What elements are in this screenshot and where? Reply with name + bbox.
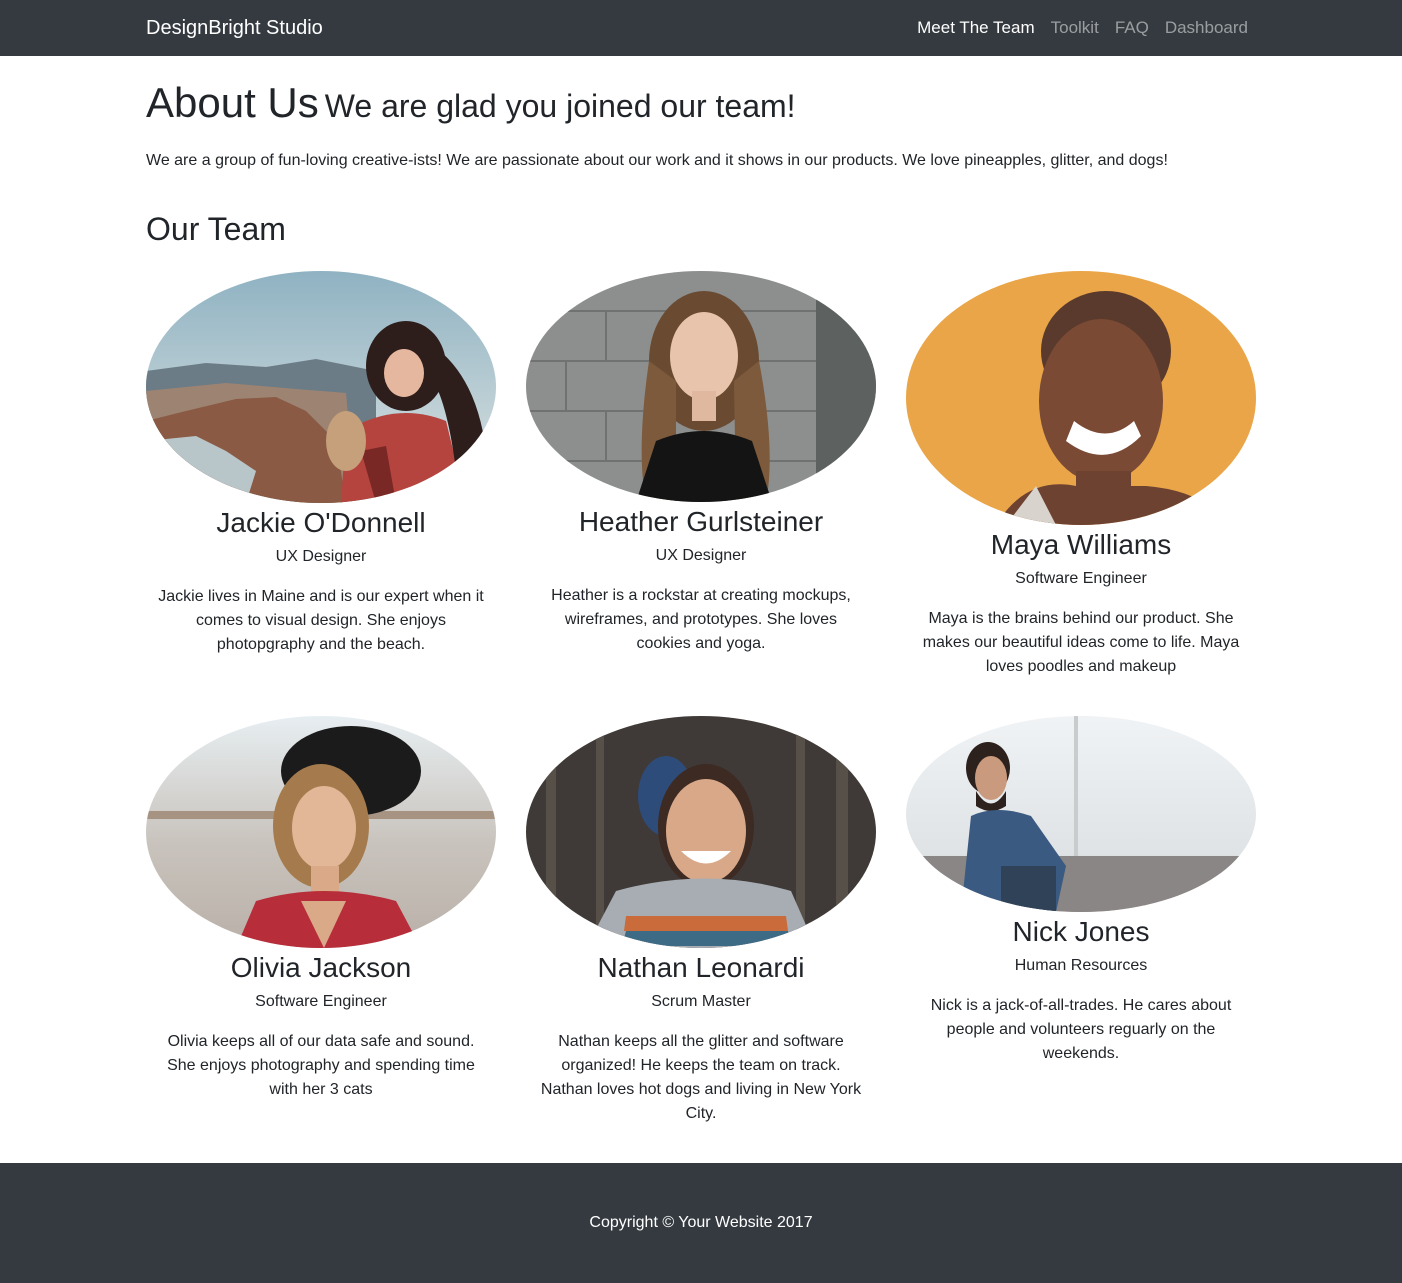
member-photo bbox=[146, 271, 496, 503]
member-bio-line: Olivia keeps all of our data safe and so… bbox=[167, 1033, 475, 1050]
nav-links: Meet The Team Toolkit FAQ Dashboard bbox=[917, 17, 1248, 39]
brand-link[interactable]: DesignBright Studio bbox=[146, 15, 323, 41]
member-name: Nathan Leonardi bbox=[597, 952, 805, 983]
member-bio-line: Nathan loves hot dogs and living in New … bbox=[540, 1081, 862, 1098]
member-bio-line: makes our beautiful ideas come to life. … bbox=[922, 634, 1240, 651]
member-bio-line: She enjoys photography and spending time bbox=[167, 1057, 475, 1074]
member-bio-line: with her 3 cats bbox=[269, 1081, 373, 1098]
member-bio-line: wireframes, and prototypes. She loves bbox=[564, 611, 838, 628]
member-role: Software Engineer bbox=[255, 993, 387, 1010]
copyright-text: Copyright © Your Website 2017 bbox=[589, 1214, 813, 1231]
member-role: Software Engineer bbox=[1015, 570, 1147, 587]
member-photo bbox=[146, 716, 496, 948]
member-name: Jackie O'Donnell bbox=[216, 507, 426, 538]
member-bio: Nick is a jack-of-all-trades. He cares a… bbox=[906, 994, 1256, 1066]
team-member-card: Jackie O'Donnell UX Designer Jackie live… bbox=[146, 271, 496, 657]
member-photo bbox=[906, 716, 1256, 912]
footer: Copyright © Your Website 2017 bbox=[0, 1163, 1402, 1283]
member-bio-line: Nick is a jack-of-all-trades. He cares a… bbox=[930, 997, 1232, 1014]
member-bio-line: organized! He keeps the team on track. bbox=[561, 1057, 841, 1074]
page-title: About Us We are glad you joined our team! bbox=[146, 78, 796, 131]
nav-link-faq[interactable]: FAQ bbox=[1115, 17, 1149, 39]
member-bio-line: City. bbox=[685, 1105, 717, 1122]
team-member-card: Nathan Leonardi Scrum Master Nathan keep… bbox=[526, 716, 876, 1126]
member-bio-line: Nathan keeps all the glitter and softwar… bbox=[558, 1033, 844, 1050]
member-bio-line: weekends. bbox=[1042, 1045, 1120, 1062]
member-name: Heather Gurlsteiner bbox=[578, 506, 824, 537]
team-heading: Our Team bbox=[146, 211, 286, 247]
member-role: Scrum Master bbox=[651, 993, 751, 1010]
member-role: UX Designer bbox=[275, 548, 367, 565]
member-bio-line: photopgraphy and the beach. bbox=[216, 636, 426, 653]
member-bio: Nathan keeps all the glitter and softwar… bbox=[526, 1030, 876, 1126]
team-member-card: Heather Gurlsteiner UX Designer Heather … bbox=[526, 271, 876, 656]
member-bio-line: Maya is the brains behind our product. S… bbox=[928, 610, 1234, 627]
nav-link-dashboard[interactable]: Dashboard bbox=[1165, 17, 1248, 39]
member-role: UX Designer bbox=[655, 547, 747, 564]
nav-link-toolkit[interactable]: Toolkit bbox=[1051, 17, 1099, 39]
member-photo bbox=[526, 271, 876, 502]
team-member-card: Olivia Jackson Software Engineer Olivia … bbox=[146, 716, 496, 1102]
member-photo bbox=[526, 716, 876, 948]
team-member-card: Nick Jones Human Resources Nick is a jac… bbox=[906, 716, 1256, 1066]
about-subtitle: We are glad you joined our team! bbox=[324, 88, 796, 124]
member-role: Human Resources bbox=[1014, 957, 1148, 974]
member-bio: Maya is the brains behind our product. S… bbox=[906, 607, 1256, 679]
team-member-card: Maya Williams Software Engineer Maya is … bbox=[906, 271, 1256, 679]
member-bio-line: Heather is a rockstar at creating mockup… bbox=[551, 587, 851, 604]
member-bio-line: loves poodles and makeup bbox=[985, 658, 1177, 675]
intro-text: We are a group of fun-loving creative-is… bbox=[146, 152, 1168, 169]
member-bio-line: Jackie lives in Maine and is our expert … bbox=[158, 588, 484, 605]
member-name: Nick Jones bbox=[1012, 916, 1150, 947]
member-name: Olivia Jackson bbox=[230, 952, 412, 983]
member-bio-line: comes to visual design. She enjoys bbox=[196, 612, 446, 629]
member-bio-line: cookies and yoga. bbox=[636, 635, 766, 652]
member-photo bbox=[906, 271, 1256, 525]
member-bio-line: people and volunteers reguarly on the bbox=[946, 1021, 1216, 1038]
member-bio: Jackie lives in Maine and is our expert … bbox=[146, 585, 496, 657]
member-bio: Heather is a rockstar at creating mockup… bbox=[526, 584, 876, 656]
navbar: DesignBright Studio Meet The Team Toolki… bbox=[0, 0, 1402, 56]
member-bio: Olivia keeps all of our data safe and so… bbox=[146, 1030, 496, 1102]
nav-link-meet-the-team[interactable]: Meet The Team bbox=[917, 17, 1035, 39]
about-title: About Us bbox=[146, 79, 319, 126]
member-name: Maya Williams bbox=[990, 529, 1172, 560]
